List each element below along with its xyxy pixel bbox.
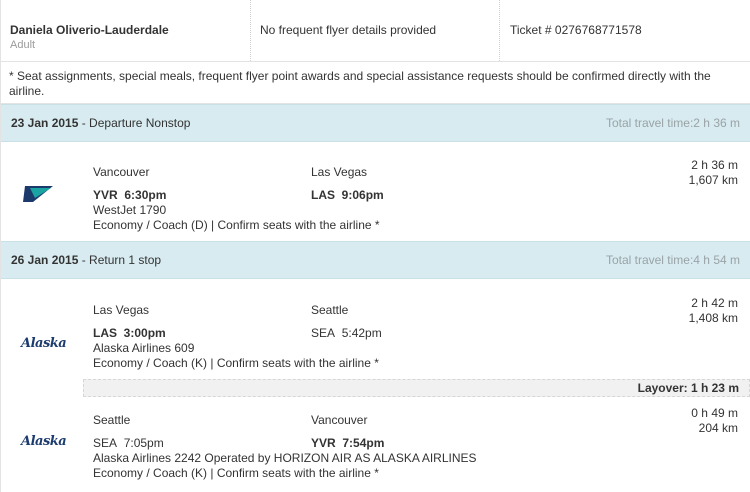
passenger-row: Daniela Oliverio-Lauderdale Adult No fre… [1,0,750,62]
journey-date: 26 Jan 2015 [11,253,79,267]
journey-header-return: 26 Jan 2015 - Return 1 stop Total travel… [1,241,750,279]
destination-code: LAS [311,188,335,202]
cabin-class: Economy / Coach (K) | Confirm seats with… [93,356,379,370]
westjet-logo-icon [21,184,61,206]
arrival-time: 9:06pm [341,188,384,202]
segment-duration: 2 h 36 m [691,158,738,172]
departure-time: 3:00pm [123,326,166,340]
flight-segment: Vancouver Las Vegas YVR 6:30pm LAS 9:06p… [1,148,750,240]
frequent-flyer-info: No frequent flyer details provided [251,0,500,61]
segment-distance: 204 km [698,421,738,435]
journey-date: 23 Jan 2015 [11,116,79,130]
destination-arrival: YVR 7:54pm [311,436,384,450]
flight-segment: Alaska Seattle Vancouver SEA 7:05pm YVR … [1,400,750,490]
segment-stats: 2 h 42 m 1,408 km [689,296,738,326]
segment-duration: 0 h 49 m [691,406,738,420]
total-travel-time: Total travel time:4 h 54 m [605,253,740,267]
segment-stats: 0 h 49 m 204 km [691,406,738,436]
journey-title: 26 Jan 2015 - Return 1 stop [11,253,161,267]
origin-code: YVR [93,188,118,202]
destination-arrival: LAS 9:06pm [311,188,384,202]
arrival-time: 7:54pm [342,436,385,450]
flight-number: WestJet 1790 [93,203,167,217]
origin-code: LAS [93,326,117,340]
destination-code: YVR [311,436,336,450]
origin-code: SEA [93,436,118,450]
flight-number: Alaska Airlines 609 [93,341,195,355]
destination-city: Las Vegas [311,165,368,179]
origin-departure: SEA 7:05pm [93,436,164,450]
alaska-logo-icon: Alaska [21,434,67,449]
passenger-name-cell: Daniela Oliverio-Lauderdale Adult [1,0,251,61]
flight-segment: Alaska Las Vegas Seattle LAS 3:00pm SEA … [1,286,750,378]
cabin-class: Economy / Coach (K) | Confirm seats with… [93,466,379,480]
segment-stats: 2 h 36 m 1,607 km [689,158,738,188]
origin-city: Seattle [93,413,131,427]
origin-departure: YVR 6:30pm [93,188,166,202]
destination-arrival: SEA 5:42pm [311,326,382,340]
destination-city: Vancouver [311,413,368,427]
journey-label: - Return 1 stop [78,253,162,267]
seat-notice: * Seat assignments, special meals, frequ… [1,62,750,104]
departure-time: 6:30pm [124,188,167,202]
journey-label: - Departure Nonstop [78,116,191,130]
itinerary-page: Daniela Oliverio-Lauderdale Adult No fre… [0,0,750,492]
passenger-type: Adult [10,39,36,51]
origin-departure: LAS 3:00pm [93,326,166,340]
cabin-class: Economy / Coach (D) | Confirm seats with… [93,218,380,232]
destination-code: SEA [311,326,336,340]
ticket-number: Ticket # 0276768771578 [510,23,642,37]
arrival-time: 5:42pm [341,326,382,340]
layover-bar: Layover: 1 h 23 m [83,379,750,397]
segment-duration: 2 h 42 m [691,296,738,310]
total-travel-time: Total travel time:2 h 36 m [605,116,740,130]
segment-distance: 1,607 km [688,173,738,187]
flight-number: Alaska Airlines 2242 Operated by HORIZON… [93,451,477,465]
journey-title: 23 Jan 2015 - Departure Nonstop [11,116,190,130]
destination-city: Seattle [311,303,349,317]
departure-time: 7:05pm [123,436,164,450]
segment-distance: 1,408 km [688,311,738,325]
origin-city: Vancouver [93,165,150,179]
alaska-logo-icon: Alaska [21,336,67,351]
origin-city: Las Vegas [93,303,150,317]
journey-header-departure: 23 Jan 2015 - Departure Nonstop Total tr… [1,104,750,142]
passenger-name: Daniela Oliverio-Lauderdale [10,23,169,37]
